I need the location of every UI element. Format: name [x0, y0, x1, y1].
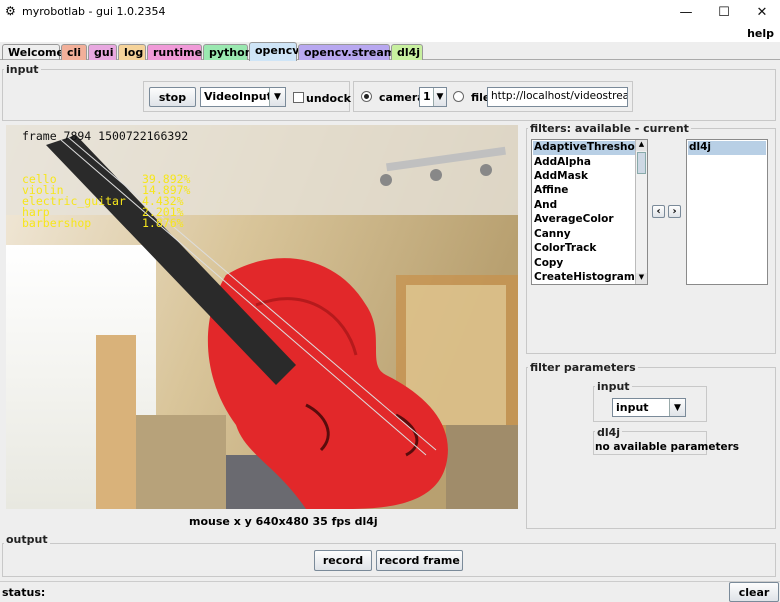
remove-filter-button[interactable]: ‹: [652, 205, 665, 218]
menu-bar: help: [0, 24, 780, 42]
status-bar: [0, 581, 780, 602]
scroll-thumb[interactable]: [637, 152, 646, 174]
camera-radio[interactable]: [361, 91, 372, 102]
tab-strip: Welcome cli gui log runtime python openc…: [0, 42, 780, 61]
undock-checkbox[interactable]: [293, 92, 304, 103]
input-panel-title: input: [4, 63, 41, 76]
list-item[interactable]: ColorTrack: [533, 242, 596, 256]
input-param-value: input: [616, 401, 649, 414]
title-bar: ⚙ myrobotlab - gui 1.0.2354 — ☐ ✕: [0, 0, 780, 24]
file-url-value: http://localhost/videostream.cgi: [491, 90, 627, 102]
help-menu[interactable]: help: [747, 27, 774, 40]
tab-welcome[interactable]: Welcome: [2, 44, 64, 60]
list-item[interactable]: Canny: [533, 228, 571, 242]
frame-counter: frame 7894 1500722166392: [22, 129, 189, 143]
camera-label: camera: [379, 91, 425, 104]
list-item[interactable]: CreateHistogram: [533, 271, 635, 284]
chevron-down-icon: ▼: [269, 88, 285, 106]
file-url-input[interactable]: http://localhost/videostream.cgi: [487, 87, 628, 107]
record-button[interactable]: record: [314, 550, 372, 571]
list-item[interactable]: Copy: [533, 257, 563, 271]
list-item[interactable]: AverageColor: [533, 213, 614, 227]
list-item[interactable]: dl4j: [688, 141, 766, 155]
list-item[interactable]: Affine: [533, 184, 568, 198]
record-frame-button[interactable]: record frame: [376, 550, 463, 571]
tab-gui[interactable]: gui: [88, 44, 117, 60]
tab-dl4j[interactable]: dl4j: [391, 44, 423, 60]
available-filters-list[interactable]: AdaptiveThreshold AddAlpha AddMask Affin…: [531, 139, 648, 285]
camera-frame-image: [6, 125, 518, 509]
tab-runtime[interactable]: runtime: [147, 44, 202, 60]
current-filters-list[interactable]: dl4j: [686, 139, 768, 285]
classification-value: 1.876%: [142, 216, 184, 230]
filters-panel-title: filters: available - current: [528, 122, 691, 135]
tab-cli[interactable]: cli: [61, 44, 87, 60]
dl4j-param-title: dl4j: [595, 426, 623, 439]
classification-label: barbershop: [22, 216, 92, 230]
available-list-scrollbar[interactable]: ▲ ▼: [635, 140, 647, 284]
list-item[interactable]: And: [533, 199, 557, 213]
robot-icon: ⚙: [5, 4, 16, 18]
video-display[interactable]: frame 7894 1500722166392 cello 39.892% v…: [6, 125, 518, 509]
window-title: myrobotlab - gui 1.0.2354: [22, 5, 166, 18]
input-param-select[interactable]: input ▼: [612, 398, 686, 417]
scroll-down-icon[interactable]: ▼: [636, 273, 647, 284]
output-panel-title: output: [4, 533, 50, 546]
close-button[interactable]: ✕: [740, 0, 780, 24]
grabber-value: VideoInput: [204, 90, 272, 103]
grabber-select[interactable]: VideoInput ▼: [200, 87, 286, 107]
clear-button[interactable]: clear: [729, 582, 779, 602]
list-item[interactable]: AddMask: [533, 170, 588, 184]
dl4j-param-text: no available parameters: [595, 441, 740, 453]
list-item[interactable]: AddAlpha: [533, 156, 591, 170]
tab-log[interactable]: log: [118, 44, 146, 60]
camera-index-select[interactable]: 1 ▼: [419, 87, 447, 107]
camera-index-value: 1: [423, 90, 431, 103]
add-filter-button[interactable]: ›: [668, 205, 681, 218]
tab-python[interactable]: python: [203, 44, 253, 60]
status-label: status:: [2, 586, 46, 599]
chevron-down-icon: ▼: [669, 399, 685, 416]
video-status: mouse x y 640x480 35 fps dl4j: [189, 515, 378, 528]
filter-parameters-title: filter parameters: [528, 361, 638, 374]
tab-opencv-streamer[interactable]: opencv.streamer: [298, 44, 408, 60]
chevron-down-icon: ▼: [433, 88, 446, 106]
file-radio[interactable]: [453, 91, 464, 102]
input-param-title: input: [595, 380, 632, 393]
stop-button[interactable]: stop: [149, 87, 196, 107]
undock-label: undock: [306, 92, 351, 105]
scroll-up-icon[interactable]: ▲: [636, 140, 647, 151]
list-item[interactable]: AdaptiveThreshold: [533, 141, 646, 155]
tab-opencv[interactable]: opencv: [249, 42, 299, 61]
